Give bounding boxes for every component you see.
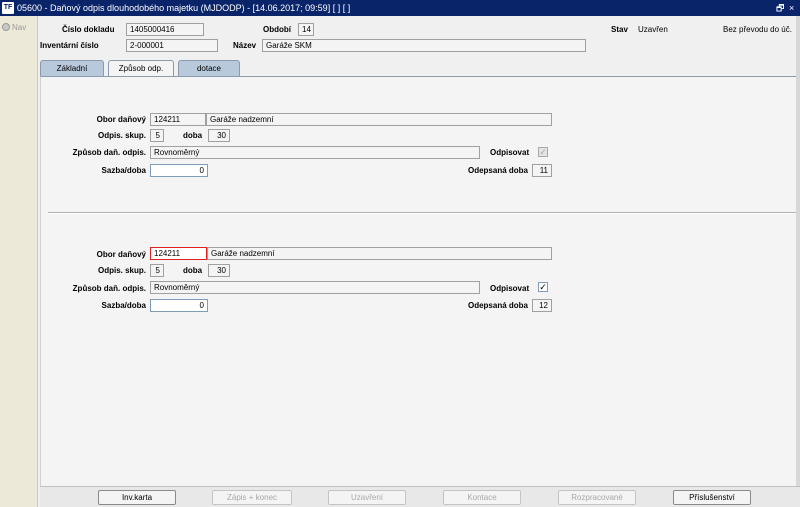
checkmark-icon: ✓ xyxy=(539,147,547,157)
odepsana-doba-field-2[interactable]: 12 xyxy=(532,299,552,312)
odpisovat-label-2: Odpisovat xyxy=(490,284,530,293)
inventarni-cislo-label: Inventární číslo xyxy=(40,41,99,50)
obor-danovy-label: Obor daňový xyxy=(96,115,146,124)
zpusob-odpis-label: Způsob daň. odpis. xyxy=(72,148,146,157)
obdobi-label: Období xyxy=(263,25,291,34)
nazev-label: Název xyxy=(233,41,257,50)
nav-bullet-icon xyxy=(2,23,10,31)
obor-danovy-code-field[interactable]: 124211 xyxy=(150,113,206,126)
zapis-konec-button[interactable]: Zápis + konec xyxy=(212,490,292,505)
doba-label-2: doba xyxy=(183,266,203,275)
checkmark-icon: ✓ xyxy=(539,282,547,292)
rozpracovane-button[interactable]: Rozpracované xyxy=(558,490,636,505)
odpisovat-checkbox[interactable]: ✓ xyxy=(538,147,548,157)
sazba-doba-label: Sazba/doba xyxy=(101,166,146,175)
restore-window-icon[interactable]: 🗗 xyxy=(776,2,784,14)
left-nav-panel xyxy=(0,16,38,507)
section-divider xyxy=(48,212,796,214)
kontace-button[interactable]: Kontace xyxy=(443,490,521,505)
stav-label: Stav xyxy=(611,25,628,34)
inventarni-cislo-field[interactable]: 2-000001 xyxy=(126,39,218,52)
odpis-skup-field[interactable]: 5 xyxy=(150,129,164,142)
title-bar: TF 05600 - Daňový odpis dlouhodobého maj… xyxy=(0,0,800,16)
odpis-skup-label: Odpis. skup. xyxy=(97,131,146,140)
cislo-dokladu-field[interactable]: 1405000416 xyxy=(126,23,204,36)
uzavreni-button[interactable]: Uzavření xyxy=(328,490,406,505)
obor-danovy-code-field-2[interactable]: 124211 xyxy=(150,247,207,260)
tab-dotace[interactable]: dotace xyxy=(178,60,240,76)
nazev-field[interactable]: Garáže SKM xyxy=(262,39,586,52)
odepsana-doba-label: Odepsaná doba xyxy=(467,166,528,175)
obor-danovy-label-2: Obor daňový xyxy=(96,250,146,259)
odepsana-doba-field[interactable]: 11 xyxy=(532,164,552,177)
right-edge-strip xyxy=(796,16,800,486)
odpis-skup-label-2: Odpis. skup. xyxy=(97,266,146,275)
doba-field-2[interactable]: 30 xyxy=(208,264,230,277)
doba-label: doba xyxy=(183,131,203,140)
odepsana-doba-label-2: Odepsaná doba xyxy=(467,301,528,310)
tab-zakladni[interactable]: Základní xyxy=(40,60,104,76)
window-title: 05600 - Daňový odpis dlouhodobého majetk… xyxy=(17,3,351,13)
odpisovat-label: Odpisovat xyxy=(490,148,530,157)
inv-karta-button[interactable]: Inv.karta xyxy=(98,490,176,505)
nav-button[interactable]: Nav xyxy=(2,23,26,32)
prislusenstvi-button[interactable]: Příslušenství xyxy=(673,490,751,505)
stav-value: Uzavřen xyxy=(638,25,668,34)
odpis-skup-field-2[interactable]: 5 xyxy=(150,264,164,277)
zpusob-odpis-field-2[interactable]: Rovnoměrný xyxy=(150,281,480,294)
tab-zpusob-odp[interactable]: Způsob odp. xyxy=(108,60,174,77)
prevod-status: Bez převodu do úč. xyxy=(723,25,792,34)
zpusob-odpis-field[interactable]: Rovnoměrný xyxy=(150,146,480,159)
obor-danovy-name-field-2[interactable]: Garáže nadzemní xyxy=(207,247,552,260)
app-logo-icon: TF xyxy=(2,2,14,14)
sazba-doba-field[interactable]: 0 xyxy=(150,164,208,177)
obor-danovy-name-field[interactable]: Garáže nadzemní xyxy=(206,113,552,126)
sazba-doba-label-2: Sazba/doba xyxy=(101,301,146,310)
close-window-icon[interactable]: × xyxy=(789,2,794,14)
obdobi-field[interactable]: 14 xyxy=(298,23,314,36)
odpisovat-checkbox-2[interactable]: ✓ xyxy=(538,282,548,292)
sazba-doba-field-2[interactable]: 0 xyxy=(150,299,208,312)
nav-label: Nav xyxy=(12,23,27,32)
doba-field[interactable]: 30 xyxy=(208,129,230,142)
zpusob-odpis-label-2: Způsob daň. odpis. xyxy=(72,284,146,293)
cislo-dokladu-label: Číslo dokladu xyxy=(62,25,115,34)
